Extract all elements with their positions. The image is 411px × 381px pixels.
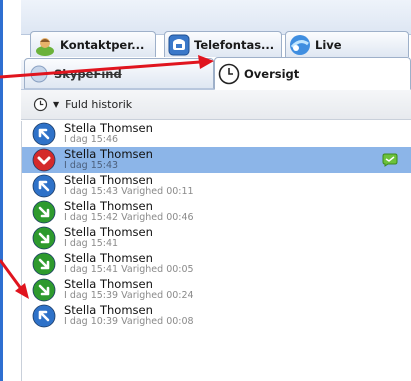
history-clock-icon [33, 97, 48, 112]
history-row-text: Stella Thomsen I dag 15:41 Varighed 00:05 [64, 251, 194, 275]
tab-overview-label: Oversigt [244, 66, 300, 81]
history-contact-name: Stella Thomsen [64, 251, 153, 265]
tab-phone[interactable]: Telefontas... [164, 31, 282, 57]
live-icon [290, 34, 310, 55]
outgoing-call-icon [32, 122, 56, 146]
annotation-arrow-bottom [0, 259, 24, 291]
incoming-call-icon [32, 278, 56, 302]
history-contact-name: Stella Thomsen [64, 121, 153, 135]
history-row[interactable]: Stella Thomsen I dag 15:41 Varighed 00:05 [22, 251, 411, 277]
tab-skypefind-label: SkypeFind [54, 66, 122, 81]
history-call-detail: I dag 15:41 Varighed 00:05 [64, 264, 194, 275]
history-filter[interactable]: ▼ Fuld historik [21, 90, 411, 120]
history-row[interactable]: Stella Thomsen I dag 15:43 [22, 147, 411, 173]
message-icon[interactable] [382, 153, 398, 167]
history-row-text: Stella Thomsen I dag 15:43 [64, 147, 153, 171]
tab-contacts[interactable]: Kontaktper... [30, 31, 156, 57]
history-row[interactable]: Stella Thomsen I dag 10:39 Varighed 00:08 [22, 303, 411, 329]
history-row-text: Stella Thomsen I dag 15:39 Varighed 00:24 [64, 277, 194, 301]
history-row-text: Stella Thomsen I dag 15:41 [64, 225, 153, 249]
incoming-call-icon [32, 200, 56, 224]
tab-contacts-label: Kontaktper... [60, 37, 145, 52]
tab-overview[interactable]: Oversigt [214, 57, 411, 90]
history-row-text: Stella Thomsen I dag 15:42 Varighed 00:46 [64, 199, 194, 223]
history-call-detail: I dag 15:43 [64, 160, 119, 171]
history-row[interactable]: Stella Thomsen I dag 15:43 Varighed 00:11 [22, 173, 411, 199]
skypefind-icon [30, 65, 48, 82]
tab-phone-label: Telefontas... [194, 37, 275, 52]
history-filter-label: Fuld historik [65, 98, 133, 111]
missed-call-icon [32, 148, 56, 172]
history-call-detail: I dag 15:43 Varighed 00:11 [64, 186, 194, 197]
history-call-detail: I dag 15:42 Varighed 00:46 [64, 212, 194, 223]
clock-icon [218, 63, 240, 84]
chevron-down-icon: ▼ [53, 100, 60, 109]
outgoing-call-icon [32, 304, 56, 328]
history-row[interactable]: Stella Thomsen I dag 15:42 Varighed 00:46 [22, 199, 411, 225]
history-contact-name: Stella Thomsen [64, 199, 153, 213]
history-row[interactable]: Stella Thomsen I dag 15:39 Varighed 00:24 [22, 277, 411, 303]
history-list: Stella Thomsen I dag 15:46 Stella Thomsen I… [21, 121, 411, 381]
history-call-detail: I dag 15:46 [64, 134, 119, 145]
history-call-detail: I dag 15:41 [64, 238, 119, 249]
phone-icon [168, 34, 190, 55]
history-row[interactable]: Stella Thomsen I dag 15:41 [22, 225, 411, 251]
history-contact-name: Stella Thomsen [64, 173, 153, 187]
history-call-detail: I dag 10:39 Varighed 00:08 [64, 316, 194, 327]
tab-strip-top [21, 0, 411, 35]
tab-skypefind[interactable]: SkypeFind [24, 58, 214, 89]
tab-live[interactable]: Live [285, 31, 409, 57]
history-row-text: Stella Thomsen I dag 15:46 [64, 121, 153, 145]
incoming-call-icon [32, 252, 56, 276]
history-contact-name: Stella Thomsen [64, 303, 153, 317]
outgoing-call-icon [32, 174, 56, 198]
history-call-detail: I dag 15:39 Varighed 00:24 [64, 290, 194, 301]
window-border [0, 0, 3, 381]
history-contact-name: Stella Thomsen [64, 147, 153, 161]
history-row-text: Stella Thomsen I dag 15:43 Varighed 00:11 [64, 173, 194, 197]
tab-live-label: Live [315, 37, 342, 52]
history-contact-name: Stella Thomsen [64, 225, 153, 239]
history-contact-name: Stella Thomsen [64, 277, 153, 291]
history-row-text: Stella Thomsen I dag 10:39 Varighed 00:08 [64, 303, 194, 327]
history-row[interactable]: Stella Thomsen I dag 15:46 [22, 121, 411, 147]
incoming-call-icon [32, 226, 56, 250]
contacts-icon [36, 37, 54, 56]
